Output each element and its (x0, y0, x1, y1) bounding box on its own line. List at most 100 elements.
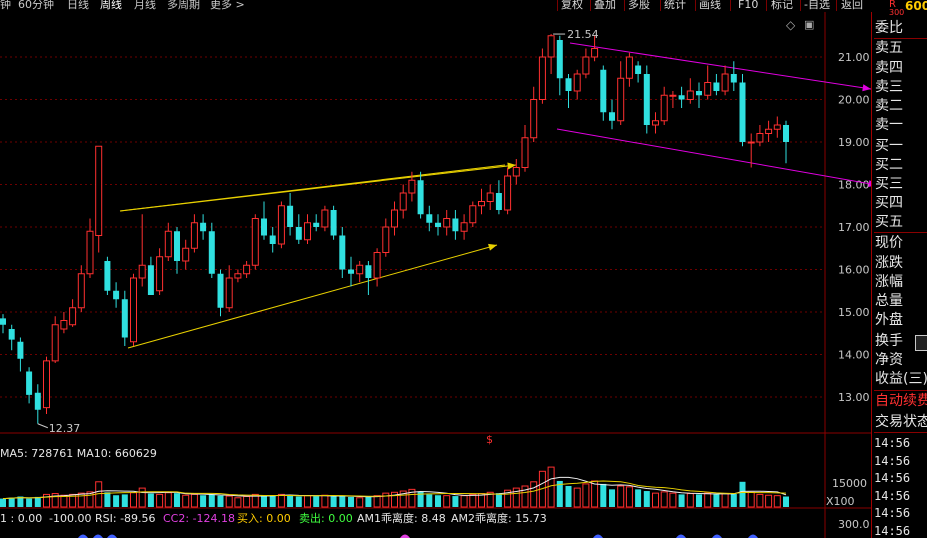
volume-bar-up (304, 495, 311, 508)
tab-monthly[interactable]: 月线 (134, 0, 156, 10)
statistics-button[interactable]: 统计 (664, 0, 686, 10)
candle-body-up (591, 48, 599, 58)
mark-button[interactable]: 标记 (771, 0, 793, 10)
tab-daily[interactable]: 日线 (67, 0, 89, 10)
volume-bar-down (339, 496, 346, 507)
candle-body-down (200, 222, 207, 232)
candle-body-up (60, 320, 68, 330)
candle-body-down (217, 273, 224, 308)
screen-icon[interactable]: ▣ (804, 18, 814, 31)
volume-bar-down (287, 495, 294, 507)
volume-bar-up (765, 494, 773, 508)
panel-label: 现价 (875, 235, 903, 251)
tab-minute[interactable]: 钟 (0, 0, 11, 10)
price-axis-label: 21.00 (838, 51, 870, 64)
volume-bar-down (365, 496, 372, 507)
indicator-signal-mark (748, 534, 758, 538)
volume-bar-down (643, 491, 650, 507)
volume-unit-label: X100 (826, 495, 855, 508)
tab-more[interactable]: 更多 > (210, 0, 245, 10)
volume-ma10-line (2, 480, 787, 500)
tick-time: 14:56 (874, 523, 911, 538)
kline-chart[interactable]: 21.0020.0019.0018.0017.0016.0015.0014.00… (0, 12, 871, 538)
candle-body-up (521, 137, 529, 168)
panel-label: 买三 (875, 176, 903, 192)
candle-body-down (417, 180, 424, 215)
remove-watchlist-button[interactable]: -自选 (804, 0, 830, 10)
candle-body-up (478, 201, 485, 207)
volume-axis-label: 15000 (832, 477, 867, 490)
candle-body-up (156, 256, 164, 292)
restore-rights-button[interactable]: 复权 (561, 0, 583, 10)
channel-bottom-trend (556, 128, 871, 185)
candle-body-up (747, 141, 755, 144)
separator (660, 0, 661, 11)
indicator-sell: 卖出: 0.00 (299, 511, 353, 525)
candle-body-down (147, 265, 154, 295)
indicator-signal-mark (593, 534, 603, 538)
volume-bar-down (783, 496, 789, 507)
tab-60min[interactable]: 60分钟 (18, 0, 54, 10)
volume-bar-up (234, 497, 242, 508)
indicator-prefix: 1 : 0.00 (0, 512, 42, 525)
volume-bar-down (34, 496, 41, 507)
panel-label: 净资 (875, 352, 903, 368)
multi-stock-button[interactable]: 多股 (628, 0, 650, 10)
candle-body-down (730, 74, 737, 83)
candle-body-up (138, 264, 146, 279)
volume-bar-up (182, 494, 190, 508)
candle-body-up (756, 133, 764, 143)
tick-time: 14:56 (874, 471, 911, 485)
candle-body-down (8, 329, 15, 340)
volume-bar-down (713, 494, 720, 507)
trade-status-label[interactable]: 交易状态 (875, 414, 927, 431)
back-button[interactable]: 返回 (841, 0, 863, 10)
volume-bar-up (469, 493, 477, 508)
support-trend-arrowhead (488, 243, 497, 251)
volume-bar-up (60, 494, 68, 508)
volume-bar-down (696, 494, 702, 507)
candle-body-up (356, 264, 364, 275)
indicator-axis-label: 300.0 (838, 518, 870, 531)
candle-body-down (565, 78, 572, 91)
panel-divider (874, 390, 927, 391)
tick-time: 14:56 (874, 488, 911, 503)
price-axis-label: 19.00 (838, 136, 870, 149)
candle-body-up (190, 222, 198, 249)
volume-bar-down (565, 486, 572, 507)
candle-body-up (69, 307, 77, 326)
auto-renew-label[interactable]: 自动续费 (875, 393, 927, 410)
volume-bar-up (704, 492, 712, 508)
volume-bar-down (600, 483, 607, 507)
channel-top-trend-arrowhead (862, 84, 871, 92)
candle-body-down (600, 69, 607, 113)
tab-weekly[interactable]: 周线 (100, 0, 122, 10)
volume-bar-down (147, 493, 154, 507)
volume-bar-up (573, 487, 581, 508)
draw-line-button[interactable]: 画线 (699, 0, 721, 10)
volume-bar-down (435, 495, 441, 507)
volume-bar-down (609, 489, 615, 507)
tab-multi-period[interactable]: 多周期 (167, 0, 200, 10)
popup-box-icon[interactable] (915, 335, 927, 351)
candle-body-up (504, 175, 512, 211)
volume-bar-up (625, 486, 633, 508)
overlay-button[interactable]: 叠加 (594, 0, 616, 10)
low-marker-line (37, 423, 48, 429)
price-axis-label: 16.00 (838, 264, 870, 277)
f10-button[interactable]: F10 (738, 0, 758, 10)
volume-bar-up (164, 492, 172, 508)
indicator-signal-mark (93, 534, 103, 538)
candle-body-up (617, 77, 625, 122)
candle-body-up (625, 56, 633, 79)
volume-bar-down (330, 496, 337, 507)
diamond-icon[interactable]: ◇ (786, 18, 795, 32)
candle-body-up (130, 277, 137, 343)
candle-body-up (547, 35, 555, 58)
candle-body-up (77, 273, 85, 309)
separator (590, 0, 591, 11)
volume-bar-up (77, 492, 85, 508)
tick-time: 14:56 (874, 436, 911, 450)
low-price-label: 12.37 (49, 422, 81, 435)
candle-body-up (443, 218, 451, 228)
